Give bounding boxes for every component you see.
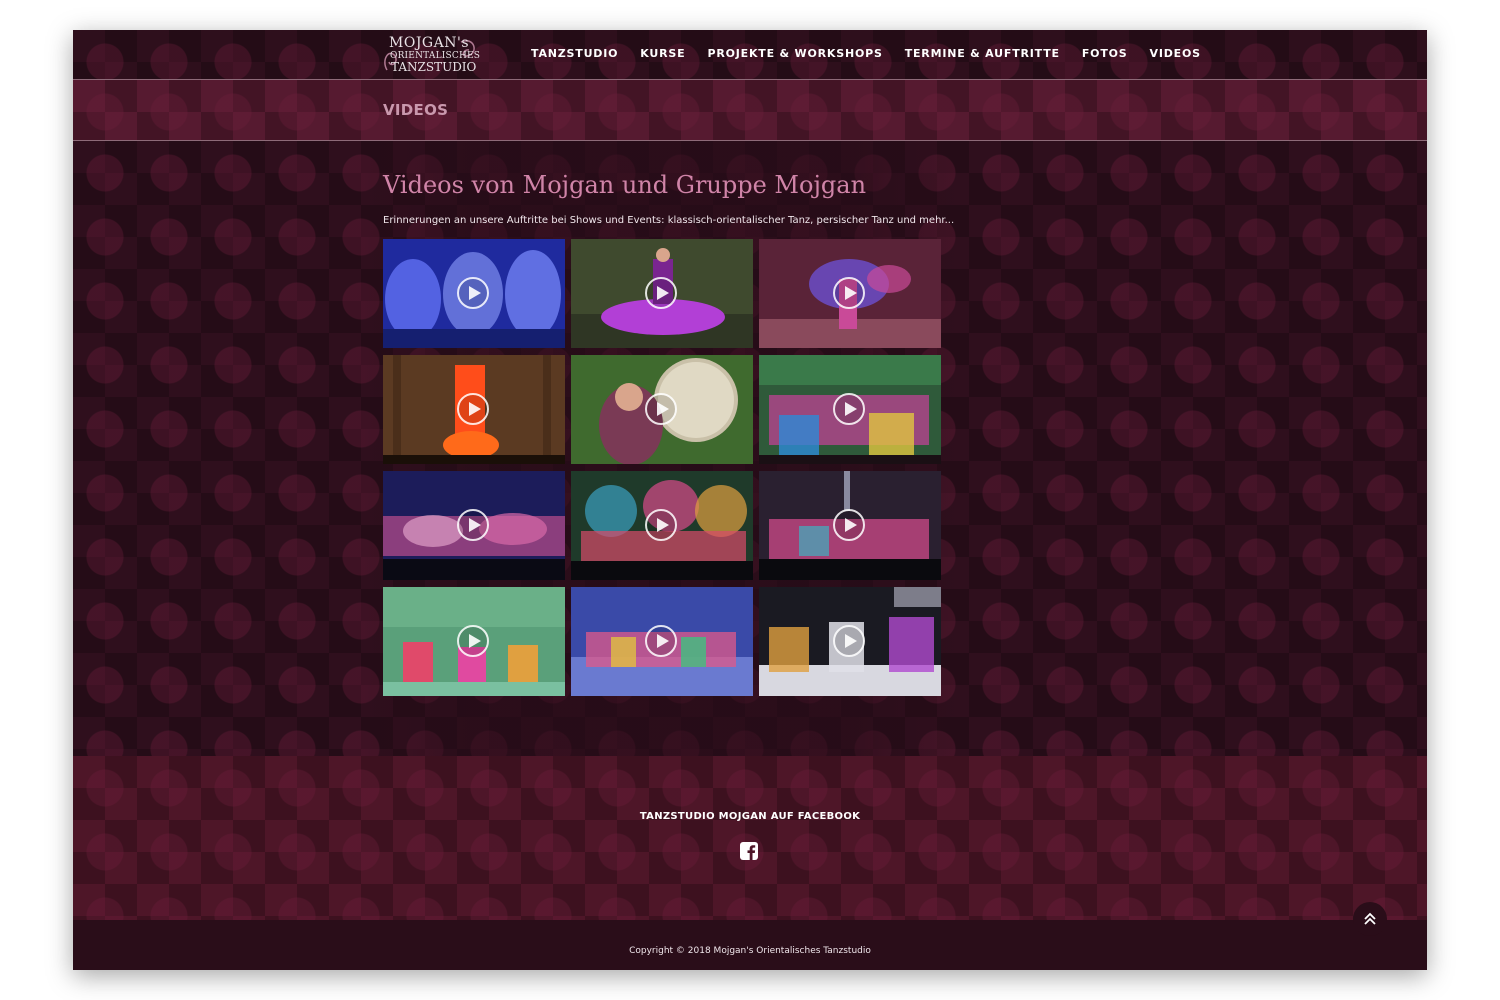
site-header: MOJGAN's ORIENTALISCHES TANZSTUDIO TANZS…: [73, 30, 1427, 80]
video-thumbnail[interactable]: [571, 471, 753, 580]
video-thumbnail[interactable]: [383, 587, 565, 696]
play-icon: [833, 393, 865, 425]
play-icon: [833, 509, 865, 541]
logo-line-3: TANZSTUDIO: [391, 60, 477, 74]
main-content: Videos von Mojgan und Gruppe Mojgan Erin…: [73, 141, 1427, 756]
chevron-up-icon: [1364, 912, 1376, 925]
logo-line-1: MOJGAN's: [389, 35, 470, 51]
video-thumbnail[interactable]: [571, 587, 753, 696]
play-icon: [457, 277, 489, 309]
video-thumbnail[interactable]: [759, 587, 941, 696]
play-icon: [457, 625, 489, 657]
facebook-icon[interactable]: [740, 842, 758, 860]
page-title-band: VIDEOS: [73, 80, 1427, 141]
play-icon: [833, 625, 865, 657]
video-thumbnail[interactable]: [759, 239, 941, 348]
nav-kurse[interactable]: KURSE: [640, 47, 685, 60]
play-icon: [645, 509, 677, 541]
nav-tanzstudio[interactable]: TANZSTUDIO: [531, 47, 618, 60]
video-grid: [383, 239, 942, 696]
nav-projekte-workshops[interactable]: PROJEKTE & WORKSHOPS: [707, 47, 882, 60]
play-icon: [645, 277, 677, 309]
nav-fotos[interactable]: FOTOS: [1082, 47, 1128, 60]
video-thumbnail[interactable]: [383, 355, 565, 464]
facebook-heading: TANZSTUDIO MOJGAN AUF FACEBOOK: [639, 811, 861, 822]
video-thumbnail[interactable]: [571, 239, 753, 348]
nav-termine-auftritte[interactable]: TERMINE & AUFTRITTE: [905, 47, 1060, 60]
play-icon: [457, 509, 489, 541]
play-icon: [833, 277, 865, 309]
video-thumbnail[interactable]: [759, 355, 941, 464]
video-thumbnail[interactable]: [759, 471, 941, 580]
browser-page: MOJGAN's ORIENTALISCHES TANZSTUDIO TANZS…: [73, 30, 1427, 970]
copyright-bar: Copyright © 2018 Mojgan's Orientalisches…: [73, 920, 1427, 970]
back-to-top-button[interactable]: [1353, 902, 1387, 936]
page-title: VIDEOS: [383, 101, 449, 119]
copyright-text: Copyright © 2018 Mojgan's Orientalisches…: [629, 946, 871, 956]
intro-text: Erinnerungen an unsere Auftritte bei Sho…: [383, 215, 955, 226]
site-logo[interactable]: MOJGAN's ORIENTALISCHES TANZSTUDIO: [383, 34, 483, 76]
play-icon: [645, 393, 677, 425]
play-icon: [645, 625, 677, 657]
content-heading: Videos von Mojgan und Gruppe Mojgan: [383, 171, 867, 199]
play-icon: [457, 393, 489, 425]
nav-videos[interactable]: VIDEOS: [1150, 47, 1201, 60]
video-thumbnail[interactable]: [383, 239, 565, 348]
site-footer: TANZSTUDIO MOJGAN AUF FACEBOOK: [73, 756, 1427, 920]
main-nav: TANZSTUDIO KURSE PROJEKTE & WORKSHOPS TE…: [531, 47, 1223, 60]
video-thumbnail[interactable]: [383, 471, 565, 580]
video-thumbnail[interactable]: [571, 355, 753, 464]
